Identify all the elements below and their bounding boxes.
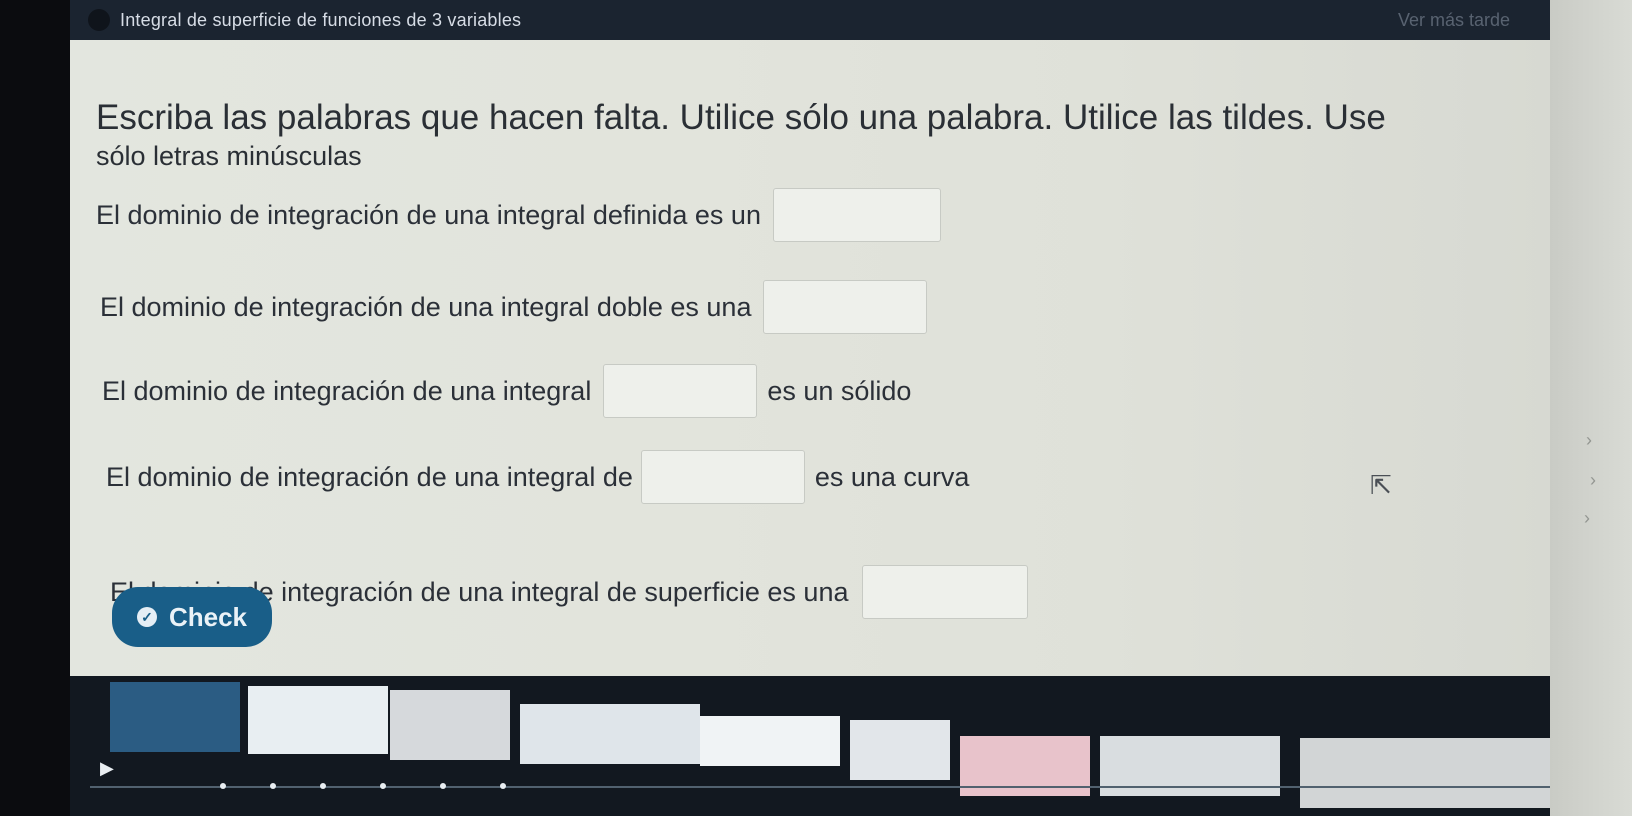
answer-input-2[interactable]	[763, 280, 928, 334]
instructions-line-2: sólo letras minúsculas	[96, 141, 362, 171]
question-2-text: El dominio de integración de una integra…	[100, 291, 752, 322]
window-title-bar: Integral de superficie de funciones de 3…	[70, 0, 1550, 40]
exercise-page: Escriba las palabras que hacen falta. Ut…	[70, 40, 1550, 676]
question-1-text: El dominio de integración de una integra…	[96, 199, 761, 230]
answer-input-3[interactable]	[603, 364, 758, 418]
video-thumbnail[interactable]	[248, 686, 388, 754]
chevron-right-icon: ›	[1584, 508, 1590, 528]
question-1: El dominio de integración de una integra…	[96, 188, 941, 242]
question-4-suffix: es una curva	[814, 461, 970, 492]
question-3-text: El dominio de integración de una integra…	[102, 375, 592, 406]
window-title: Integral de superficie de funciones de 3…	[120, 9, 522, 30]
timeline-marker	[440, 783, 446, 789]
question-3-suffix: es un sólido	[767, 375, 912, 406]
mouse-cursor-icon: ⇱	[1370, 470, 1392, 500]
timeline-marker	[380, 783, 386, 789]
video-thumbnail[interactable]	[850, 720, 950, 780]
answer-input-4[interactable]	[640, 450, 805, 504]
play-icon[interactable]: ▶	[100, 758, 114, 779]
check-circle-icon: ✓	[136, 607, 157, 627]
question-4: El dominio de integración de una integra…	[106, 450, 969, 504]
channel-avatar[interactable]	[88, 9, 110, 31]
timeline-marker	[320, 783, 326, 789]
right-side-panel: › › ›	[1550, 0, 1632, 816]
chevron-right-icon: ›	[1590, 470, 1596, 490]
instructions: Escriba las palabras que hacen falta. Ut…	[96, 96, 1496, 173]
question-4-text: El dominio de integración de una integra…	[106, 461, 633, 492]
check-button-label: Check	[168, 601, 248, 632]
question-3: El dominio de integración de una integra…	[102, 364, 911, 418]
answer-input-5[interactable]	[862, 565, 1029, 619]
answer-input-1[interactable]	[772, 188, 941, 242]
video-timeline[interactable]	[90, 786, 1550, 788]
left-bezel	[0, 0, 70, 816]
instructions-line-1: Escriba las palabras que hacen falta. Ut…	[96, 98, 1386, 137]
video-thumbnail-strip: ▶	[70, 676, 1550, 816]
video-thumbnail[interactable]	[700, 716, 840, 766]
check-button[interactable]: ✓ Check	[112, 587, 272, 647]
video-thumbnail[interactable]	[110, 682, 240, 752]
video-thumbnail[interactable]	[520, 704, 700, 764]
video-thumbnail[interactable]	[390, 690, 510, 760]
question-2: El dominio de integración de una integra…	[100, 280, 928, 334]
video-thumbnail[interactable]	[1300, 738, 1550, 808]
timeline-marker	[500, 783, 506, 789]
chevron-right-icon: ›	[1586, 430, 1592, 450]
timeline-marker	[220, 783, 226, 789]
watch-later-label[interactable]: Ver más tarde	[1398, 10, 1510, 31]
timeline-marker	[270, 783, 276, 789]
